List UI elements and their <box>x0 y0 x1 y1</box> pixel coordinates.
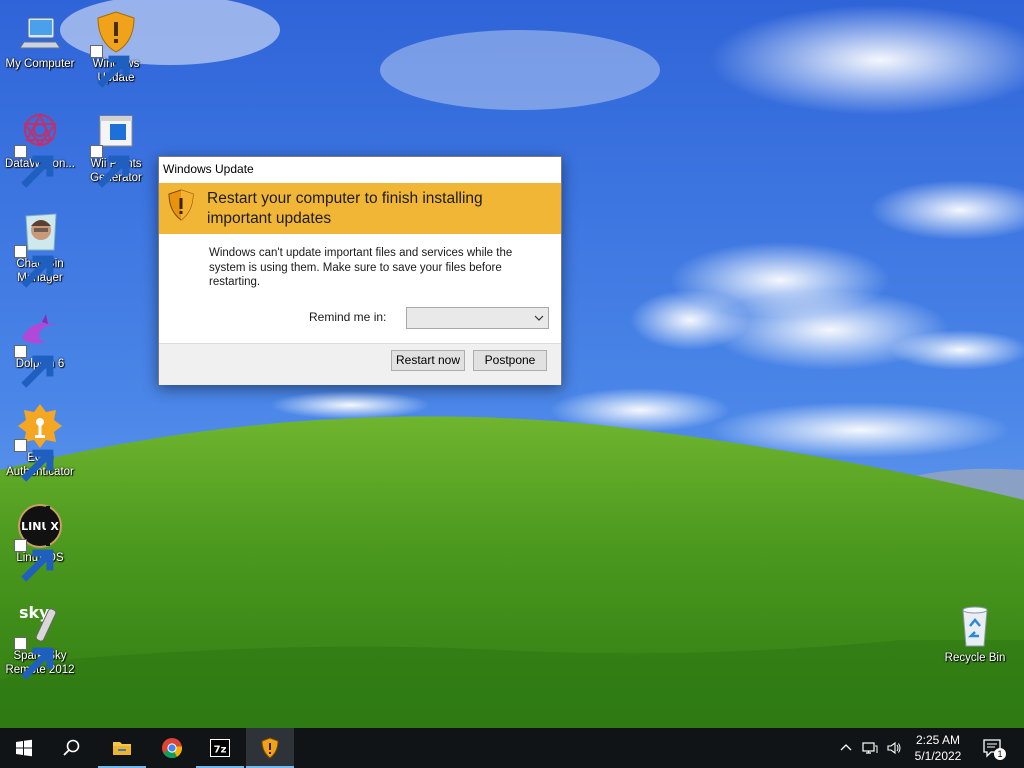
windows-update-dialog: Windows Update Restart your computer to … <box>158 156 562 385</box>
dialog-heading: Restart your computer to finish installi… <box>207 190 483 227</box>
dialog-banner: Restart your computer to finish installi… <box>159 183 561 234</box>
taskbar-clock[interactable]: 2:25 AM 5/1/2022 <box>906 732 970 764</box>
desktop-icon-recycle-bin[interactable]: Recycle Bin <box>935 602 1015 665</box>
shortcut-arrow-icon <box>90 145 130 188</box>
shortcut-arrow-icon <box>14 637 54 680</box>
postpone-button[interactable]: Postpone <box>473 350 547 371</box>
chevron-down-icon <box>534 315 544 321</box>
shortcut-arrow-icon <box>14 345 54 388</box>
search-icon <box>63 739 80 756</box>
computer-icon <box>16 8 64 56</box>
datawagon-icon <box>14 108 64 188</box>
desktop-icon-eoq-authenticator[interactable]: EOQ Authenticator <box>0 402 80 482</box>
search-button[interactable] <box>48 728 96 768</box>
action-center-button[interactable]: 1 <box>980 736 1006 760</box>
sky-remote-icon: sky <box>14 600 64 680</box>
clock-date: 5/1/2022 <box>914 749 962 763</box>
restart-now-button[interactable]: Restart now <box>391 350 465 371</box>
dialog-title[interactable]: Windows Update <box>159 157 561 182</box>
shortcut-arrow-icon <box>14 439 54 482</box>
chrome-icon <box>162 738 183 759</box>
recycle-bin-icon <box>951 602 999 650</box>
taskbar-windows-update[interactable] <box>246 728 294 768</box>
volume-icon <box>887 741 901 755</box>
desktop-icon-my-computer[interactable]: My Computer <box>0 8 80 71</box>
wii-points-generator-icon <box>90 108 140 188</box>
shortcut-arrow-icon <box>14 145 54 188</box>
desktop-icon-chad-bin-manager[interactable]: Chad Bin Manager <box>0 208 80 288</box>
desktop-icon-label: Recycle Bin <box>944 652 1006 664</box>
taskbar-chrome[interactable] <box>148 728 196 768</box>
dolphin-icon <box>14 308 64 388</box>
windows-update-shield-icon <box>261 737 279 759</box>
desktop-icon-windows-update[interactable]: Windows Update <box>76 8 156 88</box>
desktop-icon-label: My Computer <box>5 58 75 70</box>
remind-me-label: Remind me in: <box>309 310 387 324</box>
7zip-icon: 7z <box>210 739 230 757</box>
taskbar-file-explorer[interactable] <box>98 728 146 768</box>
shortcut-arrow-icon <box>14 539 54 582</box>
remind-me-dropdown[interactable] <box>406 307 549 329</box>
network-tray-button[interactable] <box>862 740 878 756</box>
desktop-icon-linux-os[interactable]: LINUX Linux OS <box>0 502 80 582</box>
shortcut-arrow-icon <box>90 45 130 88</box>
shortcut-arrow-icon <box>14 245 54 288</box>
desktop-icon-dolphin[interactable]: Dolphin 6 <box>0 308 80 388</box>
chad-bin-manager-icon <box>14 208 64 288</box>
desktop-icon-wii-points-generator[interactable]: Wii Points Generator <box>76 108 156 188</box>
eoq-authenticator-icon <box>14 402 64 482</box>
notification-count-badge: 1 <box>994 748 1006 760</box>
start-button[interactable] <box>0 728 48 768</box>
clock-time: 2:25 AM <box>915 733 961 747</box>
windows-update-shield-icon <box>90 8 140 88</box>
dialog-message: Windows can't update important files and… <box>209 247 513 288</box>
volume-tray-button[interactable] <box>886 740 902 756</box>
taskbar: 7z 2:25 AM 5/1/2022 1 <box>0 728 1024 768</box>
desktop-icon-spare-sky-remote[interactable]: sky Spare Sky Remote 2012 <box>0 600 80 680</box>
svg-text:LINUX: LINUX <box>21 520 59 533</box>
desktop-icon-datawagon[interactable]: DataWagon... <box>0 108 80 188</box>
folder-icon <box>113 742 131 755</box>
warning-shield-icon <box>167 189 195 221</box>
show-hidden-icons-button[interactable] <box>838 740 854 756</box>
dialog-footer: Restart now Postpone <box>159 343 561 385</box>
taskbar-7zip[interactable]: 7z <box>196 728 244 768</box>
chevron-up-icon <box>840 744 852 751</box>
network-icon <box>862 742 878 754</box>
svg-text:7z: 7z <box>214 745 227 756</box>
linux-os-icon: LINUX <box>14 502 64 582</box>
windows-logo-icon <box>16 739 32 757</box>
